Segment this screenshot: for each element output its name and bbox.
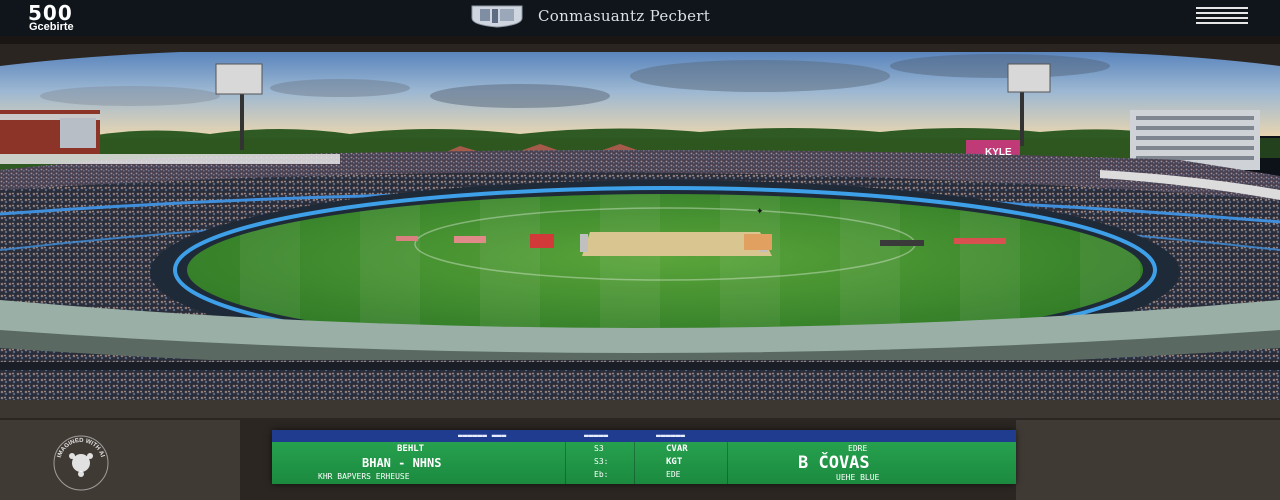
brand-name: Conmasuantz Pecbert (538, 7, 711, 25)
scoreboard-header: ▬▬▬▬▬▬ ▬▬▬ ▬▬▬▬▬ ▬▬▬▬▬▬ (272, 430, 1016, 442)
score-display: B ČOVAS (798, 453, 870, 473)
col2-row2: S3: (594, 457, 609, 466)
col3-row1: CVAR (666, 444, 688, 454)
col2-row1: S3 (594, 444, 604, 453)
col3-row3: EDE (666, 470, 681, 479)
brand[interactable]: Conmasuantz Pecbert (470, 3, 710, 29)
col4-sub: UEHE BLUE (836, 473, 880, 482)
hoarding-text: KYLE (985, 147, 1012, 158)
col4-label: EDRE (848, 444, 868, 453)
scoreboard-header-left: ▬▬▬▬▬▬ ▬▬▬ (458, 431, 507, 440)
col2-row3: Eb: (594, 470, 609, 479)
team-label: BEHLT (397, 444, 425, 454)
hamburger-menu-icon[interactable] (1196, 7, 1248, 27)
svg-text:✦: ✦ (756, 206, 764, 216)
site-logo[interactable]: 500 Gcebirte (28, 3, 74, 33)
scoreboard-header-mid1: ▬▬▬▬▬ (584, 431, 609, 440)
scoreboard-body: BEHLT BHAN - NHNS KHR BAPVERS ERHEUSE S3… (272, 442, 1016, 484)
logo-caption: Gcebirte (29, 21, 74, 33)
shield-icon (471, 5, 523, 28)
logo-number: 500 (28, 1, 73, 25)
top-bar: 500 Gcebirte Conmasuantz Pecbert (0, 0, 1280, 36)
scoreboard-header-mid2: ▬▬▬▬▬▬ (656, 431, 685, 440)
team-name: BHAN - NHNS (362, 456, 442, 470)
ai-watermark-icon: IMAGINED WITH AI (53, 435, 109, 491)
team-sub: KHR BAPVERS ERHEUSE (318, 472, 410, 481)
scoreboard: ▬▬▬▬▬▬ ▬▬▬ ▬▬▬▬▬ ▬▬▬▬▬▬ BEHLT BHAN - NHN… (272, 430, 1016, 484)
col3-row2: KGT (666, 457, 683, 467)
